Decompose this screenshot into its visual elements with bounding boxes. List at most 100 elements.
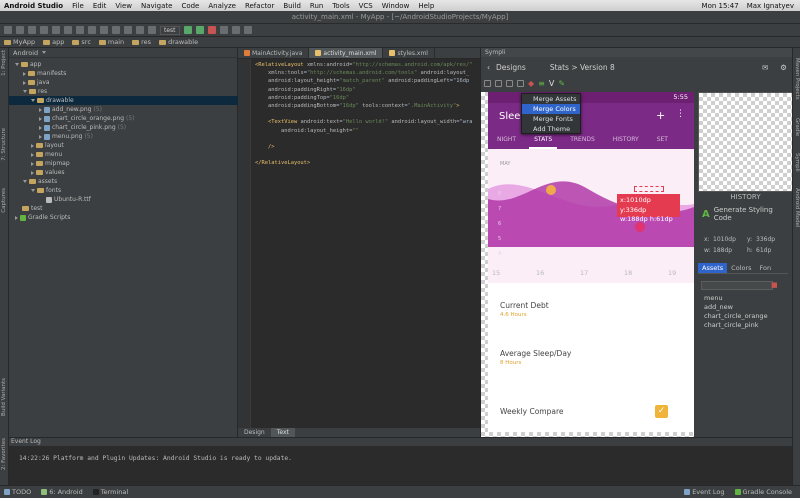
tree-item-assets[interactable]: assets <box>13 177 57 186</box>
stop-icon[interactable] <box>207 26 216 34</box>
back-icon[interactable]: ‹ <box>487 63 490 72</box>
help-icon[interactable] <box>243 26 252 34</box>
chevron-down-icon[interactable] <box>23 180 27 183</box>
tab-text[interactable]: Text <box>270 428 295 437</box>
tree-item-res[interactable]: res <box>13 87 47 96</box>
todo-tool-button[interactable]: TODO <box>4 488 31 496</box>
gradle-console-tool-button[interactable]: Gradle Console <box>734 488 800 496</box>
event-log-tool-button[interactable]: Event Log <box>684 488 725 496</box>
undo-icon[interactable] <box>40 26 48 34</box>
tab-design[interactable]: Design <box>238 428 271 437</box>
tree-item-java[interactable]: java <box>13 78 50 87</box>
design-canvas[interactable]: 5:55 Sleep + ⋮ NIGHT STATS TRENDS HISTOR… <box>481 92 694 437</box>
menu-navigate[interactable]: Navigate <box>141 2 172 10</box>
tree-item-ubuntu-r-ttf[interactable]: Ubuntu-R.ttf <box>13 195 91 204</box>
menu-view[interactable]: View <box>115 2 132 10</box>
layers-icon[interactable]: ≡ <box>538 79 545 88</box>
menu-run[interactable]: Run <box>310 2 323 10</box>
run-config-select[interactable]: test <box>160 25 180 35</box>
chevron-right-icon[interactable] <box>31 161 34 166</box>
menu-refactor[interactable]: Refactor <box>245 2 274 10</box>
code-editor[interactable]: <RelativeLayout xmlns:android="http://sc… <box>251 59 480 428</box>
cut-icon[interactable] <box>64 26 72 34</box>
find-icon[interactable] <box>100 26 108 34</box>
avd-manager-icon[interactable] <box>231 26 240 34</box>
tree-item-manifests[interactable]: manifests <box>13 69 66 78</box>
add-icon[interactable]: + <box>656 109 665 122</box>
save-icon[interactable] <box>16 26 24 34</box>
crumb-app[interactable]: app <box>43 38 64 46</box>
tree-item-layout[interactable]: layout <box>13 141 64 150</box>
tree-item-gradle-scripts[interactable]: Gradle Scripts <box>13 213 70 222</box>
tab-styles[interactable]: styles.xml <box>383 48 435 58</box>
project-tool-tab[interactable]: 1: Project <box>1 50 7 76</box>
tab-set[interactable]: SET <box>648 130 677 149</box>
crumb-myapp[interactable]: MyApp <box>4 38 35 46</box>
tab-mainactivity[interactable]: MainActivity.java <box>238 48 310 58</box>
chevron-right-icon[interactable] <box>23 80 26 85</box>
tab-history[interactable]: HISTORY <box>604 130 648 149</box>
tab-night[interactable]: NIGHT <box>488 130 525 149</box>
designs-link[interactable]: Designs <box>496 63 526 72</box>
build-variants-tool-tab[interactable]: Build Variants <box>1 378 7 416</box>
menu-merge-assets[interactable]: Merge Assets <box>522 94 580 104</box>
app-menu[interactable]: Android Studio <box>4 2 63 10</box>
user-name[interactable]: Max Ignatyev <box>747 2 794 10</box>
chevron-down-icon[interactable] <box>15 63 19 66</box>
generate-styling-code-button[interactable]: A Generate Styling Code <box>702 206 792 222</box>
tree-item-add-new-png[interactable]: add_new.png (5) <box>13 105 102 114</box>
filter-icon[interactable]: ■ <box>771 281 778 289</box>
android-tool-button[interactable]: 6: Android <box>41 488 83 496</box>
asset-item[interactable]: chart_circle_pink <box>704 321 759 329</box>
menu-tools[interactable]: Tools <box>332 2 349 10</box>
tree-item-chart-circle-orange-png[interactable]: chart_circle_orange.png (5) <box>13 114 135 123</box>
actual-size-icon[interactable] <box>517 80 524 87</box>
tree-item-values[interactable]: values <box>13 168 65 177</box>
copy-icon[interactable] <box>76 26 84 34</box>
preview-thumbnail[interactable] <box>698 92 793 192</box>
crumb-main[interactable]: main <box>98 38 124 46</box>
chevron-right-icon[interactable] <box>39 107 42 112</box>
tree-item-menu-png[interactable]: menu.png (5) <box>13 132 93 141</box>
crumb-res[interactable]: res <box>132 38 151 46</box>
structure-tool-tab[interactable]: 7: Structure <box>1 128 7 161</box>
tree-item-mipmap[interactable]: mipmap <box>13 159 70 168</box>
zoom-in-icon[interactable] <box>484 80 491 87</box>
sympli-tool-tab[interactable]: Sympli <box>794 153 800 172</box>
chevron-right-icon[interactable] <box>23 71 26 76</box>
settings-icon[interactable]: ⚙ <box>780 63 787 72</box>
merge-icon[interactable]: ◆ <box>528 79 534 88</box>
menu-vcs[interactable]: VCS <box>359 2 373 10</box>
chevron-right-icon[interactable] <box>31 170 34 175</box>
tree-item-test[interactable]: test <box>13 204 43 213</box>
tree-item-chart-circle-pink-png[interactable]: chart_circle_pink.png (5) <box>13 123 126 132</box>
chevron-right-icon[interactable] <box>39 125 42 130</box>
asset-item[interactable]: add_new <box>704 303 733 311</box>
menu-help[interactable]: Help <box>418 2 434 10</box>
chevron-down-icon[interactable] <box>31 189 35 192</box>
asset-item[interactable]: chart_circle_orange <box>704 312 768 320</box>
debug-icon[interactable] <box>195 26 204 34</box>
menu-merge-colors[interactable]: Merge Colors <box>522 104 580 114</box>
sync-icon[interactable] <box>28 26 36 34</box>
more-icon[interactable]: ⋮ <box>676 109 685 119</box>
chevron-right-icon[interactable] <box>31 143 34 148</box>
project-view-selector[interactable]: Android <box>9 48 237 58</box>
tree-item-fonts[interactable]: fonts <box>13 186 61 195</box>
asset-item[interactable]: menu <box>704 294 723 302</box>
chevron-right-icon[interactable] <box>15 215 18 220</box>
paste-icon[interactable] <box>88 26 96 34</box>
chevron-right-icon[interactable] <box>31 152 34 157</box>
sdk-manager-icon[interactable] <box>219 26 228 34</box>
tab-fonts[interactable]: Fon <box>756 263 776 273</box>
tree-item-drawable[interactable]: drawable <box>9 96 238 105</box>
crumb-src[interactable]: src <box>72 38 91 46</box>
weekly-compare-checkbox[interactable]: ✓ <box>655 405 668 418</box>
chevron-right-icon[interactable] <box>39 116 42 121</box>
redo-icon[interactable] <box>52 26 60 34</box>
tab-activity-main[interactable]: activity_main.xml <box>309 48 384 58</box>
chevron-down-icon[interactable] <box>23 90 27 93</box>
email-icon[interactable]: ✉ <box>762 63 768 72</box>
gradle-tool-tab[interactable]: Gradle <box>794 118 800 136</box>
dropdown-icon[interactable]: V <box>549 79 554 88</box>
